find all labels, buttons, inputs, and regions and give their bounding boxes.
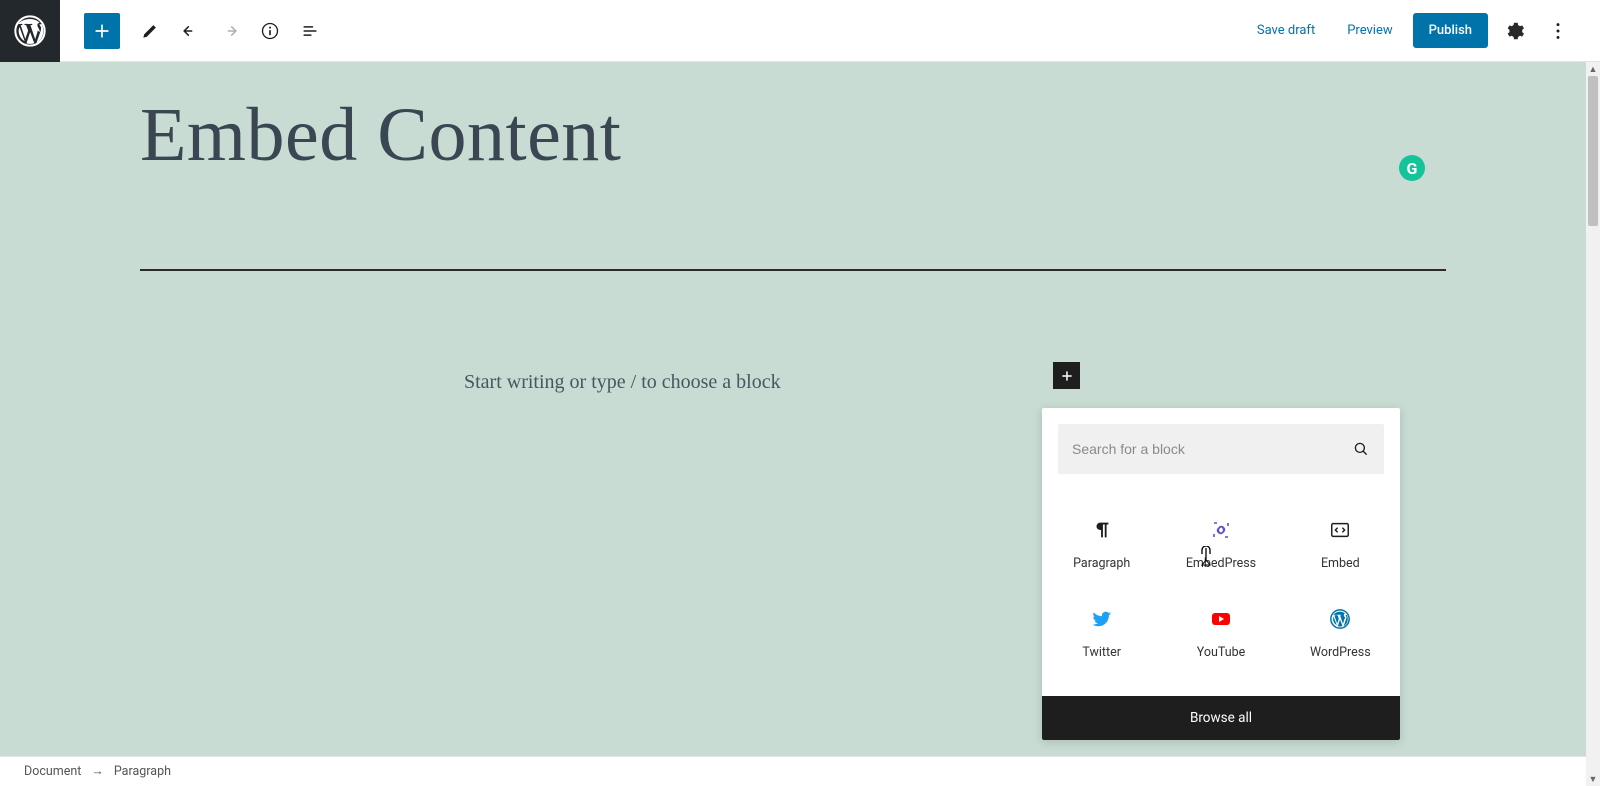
block-label: WordPress [1310,645,1371,660]
info-button[interactable] [252,13,288,49]
breadcrumb-root[interactable]: Document [24,764,81,779]
embedpress-icon [1209,518,1233,542]
twitter-icon [1090,607,1114,631]
block-label: EmbedPress [1186,556,1256,571]
list-icon [300,21,320,41]
inline-add-block-button[interactable] [1053,362,1080,389]
outline-button[interactable] [292,13,328,49]
wordpress-logo-icon [14,15,46,47]
block-youtube[interactable]: YouTube [1161,589,1280,678]
wordpress-icon [1328,607,1352,631]
scroll-up-arrow[interactable]: ▲ [1586,62,1600,76]
wp-logo[interactable] [0,0,60,62]
settings-button[interactable] [1496,13,1532,49]
more-options-button[interactable] [1540,13,1576,49]
grammarly-badge[interactable]: G [1399,155,1425,181]
info-icon [260,21,280,41]
breadcrumb-current[interactable]: Paragraph [114,764,171,779]
embed-icon [1328,518,1352,542]
search-icon [1352,440,1370,458]
scroll-down-arrow[interactable]: ▼ [1586,772,1600,786]
block-label: Embed [1321,556,1360,571]
undo-button[interactable] [172,13,208,49]
block-placeholder[interactable]: Start writing or type / to choose a bloc… [464,371,781,394]
add-block-button[interactable] [84,13,120,49]
vertical-scrollbar[interactable]: ▲ ▼ [1586,62,1600,786]
block-label: YouTube [1197,645,1246,660]
title-separator [140,269,1446,271]
paragraph-icon [1090,518,1114,542]
browse-all-button[interactable]: Browse all [1042,696,1400,740]
gear-icon [1503,20,1525,42]
redo-icon [220,21,240,41]
block-grid: Paragraph EmbedPress Embed Twitter YouTu… [1042,490,1400,696]
block-embed[interactable]: Embed [1281,500,1400,589]
block-label: Twitter [1082,645,1121,660]
undo-icon [180,21,200,41]
youtube-icon [1209,607,1233,631]
plus-icon [1059,368,1075,384]
block-wordpress[interactable]: WordPress [1281,589,1400,678]
block-twitter[interactable]: Twitter [1042,589,1161,678]
editor-top-bar: Save draft Preview Publish [0,0,1600,62]
block-embedpress[interactable]: EmbedPress [1161,500,1280,589]
edit-mode-button[interactable] [132,13,168,49]
breadcrumb-separator: → [91,764,104,779]
editor-breadcrumb: Document → Paragraph [0,756,1586,786]
preview-link[interactable]: Preview [1335,15,1404,46]
block-search[interactable] [1058,424,1384,474]
block-paragraph[interactable]: Paragraph [1042,500,1161,589]
block-inserter-popover: Paragraph EmbedPress Embed Twitter YouTu… [1042,408,1400,740]
save-draft-link[interactable]: Save draft [1245,15,1327,46]
plus-icon [92,21,112,41]
pencil-icon [140,21,160,41]
post-title[interactable]: Embed Content [140,92,1446,179]
redo-button[interactable] [212,13,248,49]
block-search-input[interactable] [1072,441,1352,457]
more-vertical-icon [1547,20,1569,42]
publish-button[interactable]: Publish [1413,13,1488,48]
block-label: Paragraph [1073,556,1130,571]
scroll-thumb[interactable] [1588,76,1598,226]
